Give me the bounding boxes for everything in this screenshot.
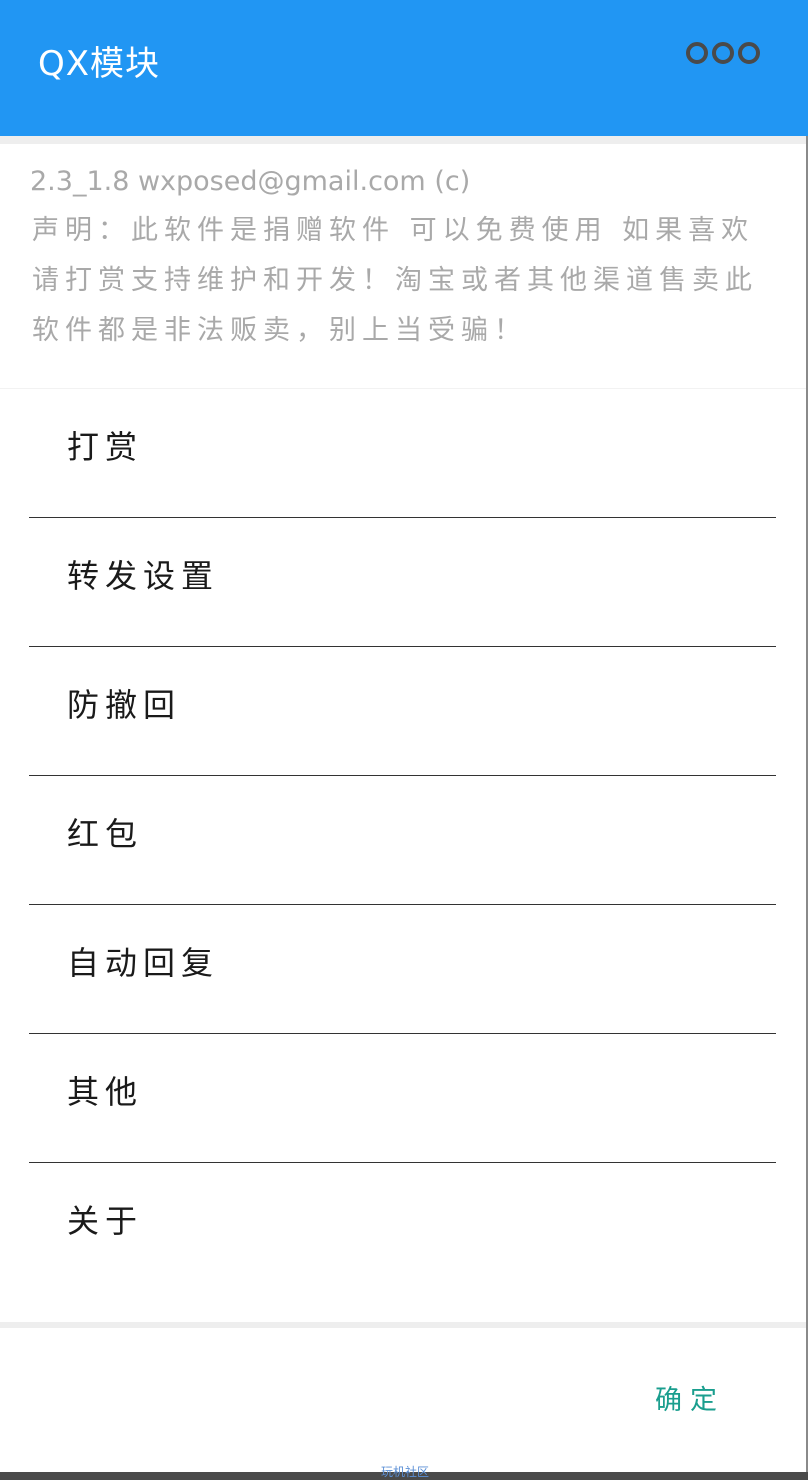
more-options-icon[interactable] (686, 38, 760, 68)
app-title: QX模块 (38, 44, 161, 84)
menu-item-other[interactable]: 其他 (29, 1034, 776, 1163)
menu-list: 打赏 转发设置 防撤回 红包 自动回复 其他 关于 (0, 389, 808, 1291)
more-dot-icon (686, 42, 708, 64)
info-panel: 2.3_1.8 wxposed@gmail.com (c) 声明：此软件是捐赠软… (0, 144, 808, 389)
more-dot-icon (738, 42, 760, 64)
menu-item-red-packet[interactable]: 红包 (29, 776, 776, 905)
menu-item-label: 其他 (67, 1073, 144, 1111)
menu-item-anti-recall[interactable]: 防撤回 (29, 647, 776, 776)
confirm-button[interactable]: 确定 (640, 1376, 740, 1426)
more-dot-icon (712, 42, 734, 64)
footer-divider (0, 1322, 808, 1328)
app-bar: QX模块 (0, 0, 808, 136)
menu-item-label: 关于 (67, 1202, 144, 1240)
menu-item-label: 防撤回 (67, 686, 182, 724)
menu-item-label: 自动回复 (67, 944, 220, 982)
version-text: 2.3_1.8 wxposed@gmail.com (c) (30, 166, 471, 197)
app-screen: QX模块 2.3_1.8 wxposed@gmail.com (c) 声明：此软… (0, 0, 808, 1480)
disclaimer-text: 声明：此软件是捐赠软件 可以免费使用 如果喜欢请打赏支持维护和开发！淘宝或者其他… (32, 215, 758, 346)
menu-item-donate[interactable]: 打赏 (29, 389, 776, 518)
menu-item-about[interactable]: 关于 (29, 1163, 776, 1291)
header-divider (0, 136, 808, 144)
menu-item-label: 打赏 (67, 428, 144, 466)
menu-item-auto-reply[interactable]: 自动回复 (29, 905, 776, 1034)
watermark-text: 玩机社区 (380, 1465, 429, 1479)
menu-item-forward-settings[interactable]: 转发设置 (29, 518, 776, 647)
menu-item-label: 转发设置 (67, 557, 220, 595)
menu-item-label: 红包 (67, 815, 144, 853)
